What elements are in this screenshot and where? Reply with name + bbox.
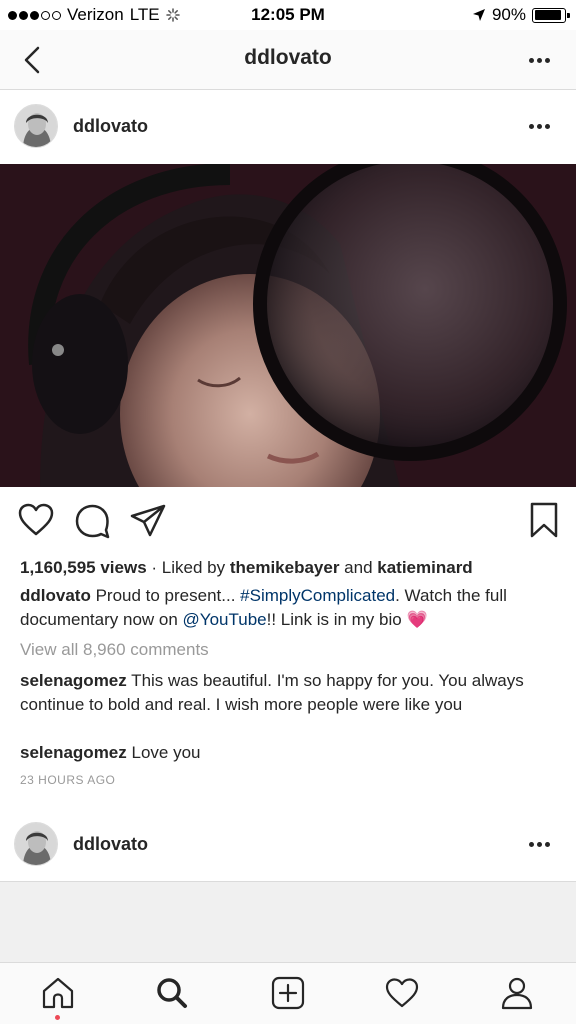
tab-bar — [0, 962, 576, 1024]
caption-text: !! Link is in my bio — [266, 610, 407, 629]
post-timestamp: 23 HOURS AGO — [20, 773, 116, 787]
views-likes: 1,160,595 views · Liked by themikebayer … — [20, 556, 556, 580]
location-arrow-icon — [472, 9, 485, 21]
battery-icon — [532, 7, 570, 23]
post-more-icon[interactable] — [529, 124, 550, 129]
next-post-more-icon[interactable] — [529, 842, 550, 847]
liked-prefix: · Liked by — [146, 558, 230, 577]
battery-fill — [534, 10, 561, 20]
add-post-icon[interactable] — [270, 975, 306, 1011]
comment-icon[interactable] — [72, 500, 112, 540]
status-right: 90% — [472, 5, 570, 25]
next-post-header: ddlovato — [0, 808, 576, 882]
home-icon[interactable] — [40, 975, 76, 1011]
comment: selenagomez Love you — [20, 741, 556, 765]
comment: selenagomez This was beautiful. I'm so h… — [20, 669, 556, 717]
pink-heart-emoji: 💗 — [406, 610, 428, 629]
status-bar: Verizon LTE 12:05 PM 90% — [0, 0, 576, 30]
next-post-username[interactable]: ddlovato — [73, 834, 148, 855]
search-icon[interactable] — [154, 975, 190, 1011]
battery-percent: 90% — [491, 5, 526, 24]
post-username[interactable]: ddlovato — [73, 116, 148, 137]
comment-username[interactable]: selenagomez — [20, 743, 127, 762]
hashtag-link[interactable]: #SimplyComplicated — [240, 586, 395, 605]
caption-username[interactable]: ddlovato — [20, 586, 91, 605]
action-bar — [0, 500, 576, 544]
liked-user[interactable]: katieminard — [377, 558, 472, 577]
caption: ddlovato Proud to present... #SimplyComp… — [20, 584, 556, 632]
share-icon[interactable] — [128, 500, 168, 540]
bookmark-icon[interactable] — [524, 500, 564, 540]
next-post-photo-placeholder — [0, 882, 576, 962]
comment-username[interactable]: selenagomez — [20, 671, 127, 690]
mention-link[interactable]: @YouTube — [183, 610, 267, 629]
nav-title: ddlovato — [244, 46, 332, 69]
heart-icon[interactable] — [16, 500, 56, 540]
nav-header: ddlovato — [0, 30, 576, 90]
liked-and: and — [339, 558, 378, 577]
post-photo[interactable] — [0, 164, 576, 487]
post-header: ddlovato — [0, 90, 576, 164]
heart-icon[interactable] — [384, 975, 420, 1011]
view-all-comments-link[interactable]: View all 8,960 comments — [20, 638, 556, 662]
comment-text: Love you — [126, 743, 201, 762]
liked-user[interactable]: themikebayer — [230, 558, 340, 577]
notification-dot — [55, 1015, 60, 1020]
caption-text: Proud to present... — [90, 586, 241, 605]
profile-icon[interactable] — [499, 975, 535, 1011]
view-count[interactable]: 1,160,595 views — [20, 558, 147, 577]
avatar[interactable] — [14, 822, 58, 866]
nav-more-icon[interactable] — [529, 58, 550, 63]
avatar[interactable] — [14, 104, 58, 148]
